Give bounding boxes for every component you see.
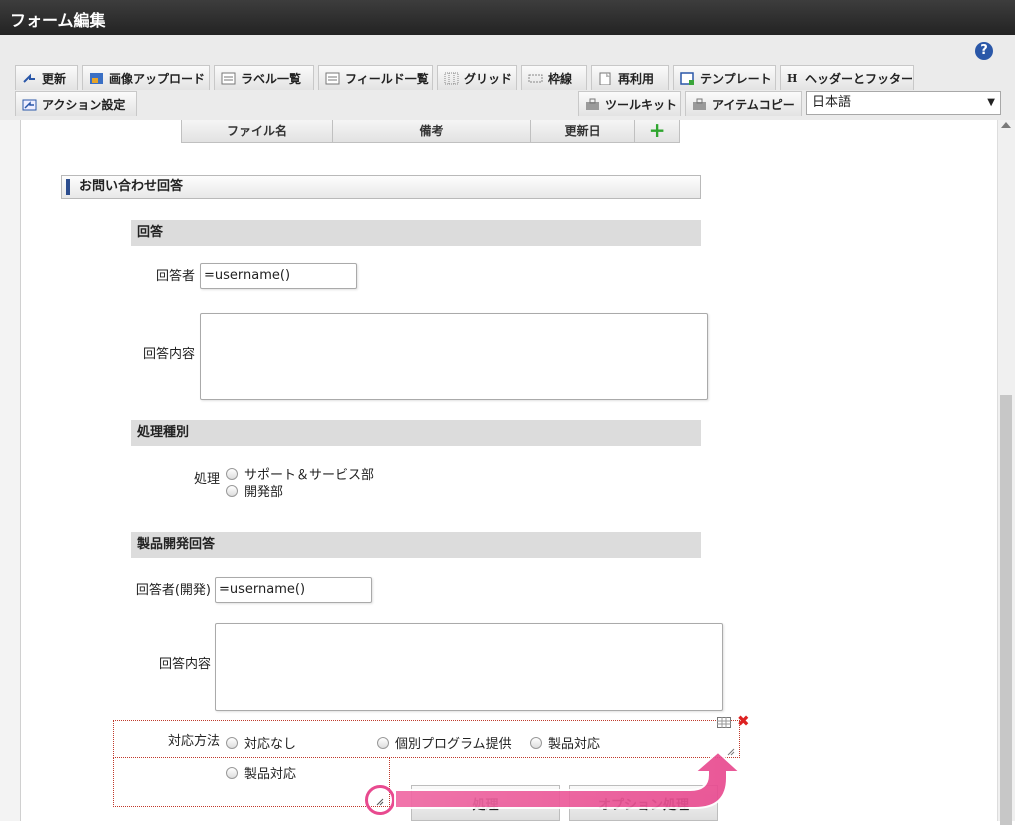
radio-circle-icon [226,467,238,480]
radio-circle-icon [530,736,542,749]
response-radio-product-2[interactable]: 製品対応 [226,763,296,782]
item-copy-button[interactable]: アイテムコピー [685,91,802,116]
label-list-icon [221,72,236,85]
dev-answer-content-textarea[interactable] [215,623,723,711]
process-radio-dev[interactable]: 開発部 [226,481,283,500]
updated-date-column: 更新日 [531,120,636,142]
canvas-gutter [0,120,20,821]
window-title: フォーム編集 [10,11,106,30]
action-settings-icon [22,98,37,111]
note-column: 備考 [333,120,531,142]
properties-grid-icon[interactable] [717,717,731,728]
language-selected: 日本語 [812,95,852,110]
process-heading: 処理種別 [131,420,701,446]
action-settings-label: アクション設定 [42,97,126,112]
answerer-input[interactable]: =username() [200,263,357,289]
header-footer-icon: H [787,71,798,85]
border-label: 枠線 [548,71,573,86]
header-footer-button[interactable]: H ヘッダーとフッター [780,65,914,90]
image-upload-button[interactable]: 画像アップロード [82,65,210,90]
toolkit-icon [585,98,600,111]
add-file-icon[interactable]: + [635,120,679,142]
update-button[interactable]: 更新 [15,65,78,90]
scroll-up-arrow-icon[interactable] [1001,122,1011,128]
dev-answerer-input[interactable]: =username() [215,577,372,603]
response-label: 対応方法 [167,734,220,749]
field-list-label: フィールド一覧 [345,71,429,86]
help-icon[interactable]: ? [975,42,993,60]
grid-icon [444,72,459,85]
label-list-button[interactable]: ラベル一覧 [214,65,314,90]
update-icon [22,72,37,85]
update-label: 更新 [42,71,67,86]
scrollbar-thumb[interactable] [1000,395,1012,825]
item-copy-icon [692,98,707,111]
response-radio-none[interactable]: 対応なし [226,733,296,752]
reuse-button[interactable]: 再利用 [591,65,669,90]
process-label: 処理 [193,472,220,487]
template-icon [680,71,695,85]
file-table-header: ファイル名 備考 更新日 + [181,120,680,143]
grid-button[interactable]: グリッド [437,65,517,90]
dev-answerer-label: 回答者(開発) [135,583,211,598]
label-list-label: ラベル一覧 [241,71,302,86]
response-option-label: 対応なし [244,737,297,752]
dev-answer-heading: 製品開発回答 [131,532,701,558]
reuse-label: 再利用 [618,71,655,86]
toolkit-label: ツールキット [605,97,678,112]
template-label: テンプレート [700,71,772,86]
answer-heading: 回答 [131,220,701,246]
radio-circle-icon [226,766,238,779]
border-button[interactable]: 枠線 [521,65,587,90]
answer-content-label: 回答内容 [142,347,195,362]
action-settings-button[interactable]: アクション設定 [15,91,137,116]
process-option-label: 開発部 [244,485,284,500]
border-icon [528,72,543,85]
template-button[interactable]: テンプレート [673,65,776,90]
section-title: お問い合わせ回答 [61,175,701,199]
dropdown-arrow-icon: ▼ [987,97,995,108]
image-upload-label: 画像アップロード [109,71,206,86]
language-select[interactable]: 日本語 ▼ [806,91,1001,115]
answerer-label: 回答者 [155,269,195,284]
radio-circle-icon [226,736,238,749]
image-upload-icon [89,72,104,85]
reuse-icon [598,72,613,85]
radio-circle-icon [377,736,389,749]
file-name-column: ファイル名 [182,120,334,142]
window-title-bar: フォーム編集 [0,0,1015,35]
header-footer-label: ヘッダーとフッター [804,71,913,86]
vertical-scrollbar[interactable] [997,120,1015,825]
answer-content-textarea[interactable] [200,313,708,400]
toolkit-button[interactable]: ツールキット [578,91,681,116]
field-list-icon [325,72,340,85]
response-option-label: 製品対応 [244,767,297,782]
item-copy-label: アイテムコピー [712,97,795,112]
field-list-button[interactable]: フィールド一覧 [318,65,433,90]
dev-answer-content-label: 回答内容 [158,657,211,672]
grid-label: グリッド [464,71,513,86]
radio-circle-icon [226,484,238,497]
drag-arrow-icon [394,750,740,809]
delete-item-icon[interactable]: ✖ [737,714,750,729]
